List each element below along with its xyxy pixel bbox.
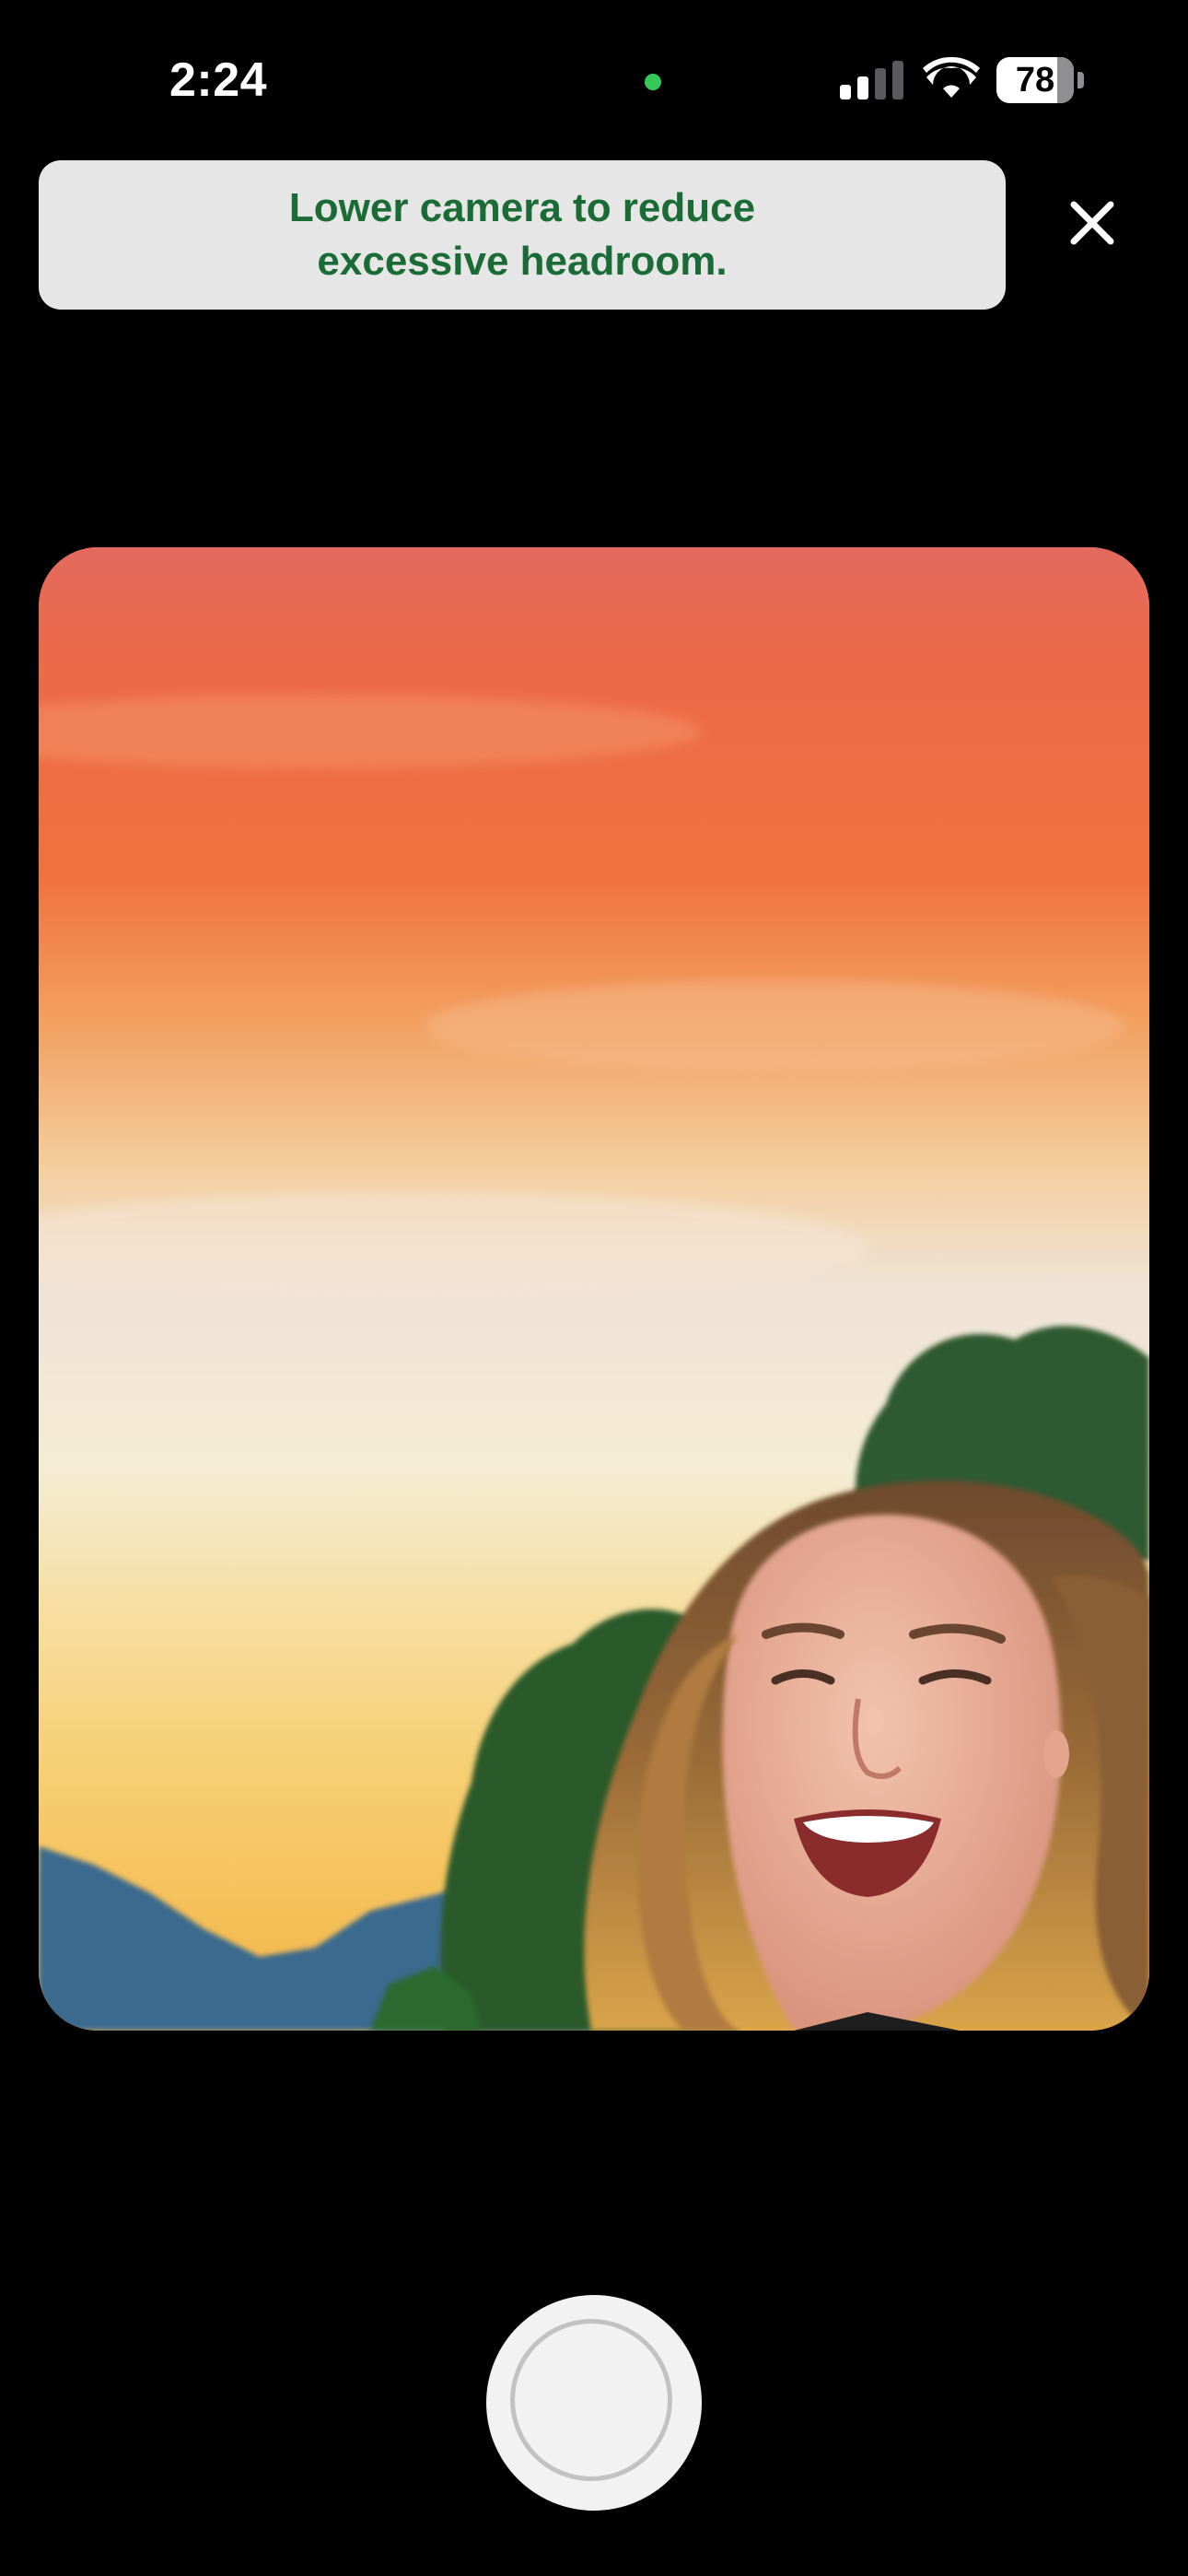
wifi-icon [923, 57, 980, 98]
battery-percentage: 78 [1015, 61, 1055, 100]
battery-icon: 78 [996, 57, 1085, 103]
preview-scene [39, 547, 1149, 2031]
status-time: 2:24 [169, 53, 268, 107]
camera-in-use-indicator [645, 74, 661, 90]
camera-preview[interactable] [39, 547, 1149, 2031]
close-button[interactable] [1057, 188, 1127, 258]
camera-screen: 2:24 78 Lower camera to reduce excessive… [0, 0, 1188, 2576]
shutter-inner-ring [510, 2319, 672, 2481]
close-icon [1070, 201, 1114, 245]
guidance-message: Lower camera to reduce excessive headroo… [288, 185, 756, 284]
signal-icon [840, 61, 903, 100]
guidance-banner: Lower camera to reduce excessive headroo… [39, 160, 1006, 310]
shutter-button[interactable] [486, 2295, 702, 2511]
